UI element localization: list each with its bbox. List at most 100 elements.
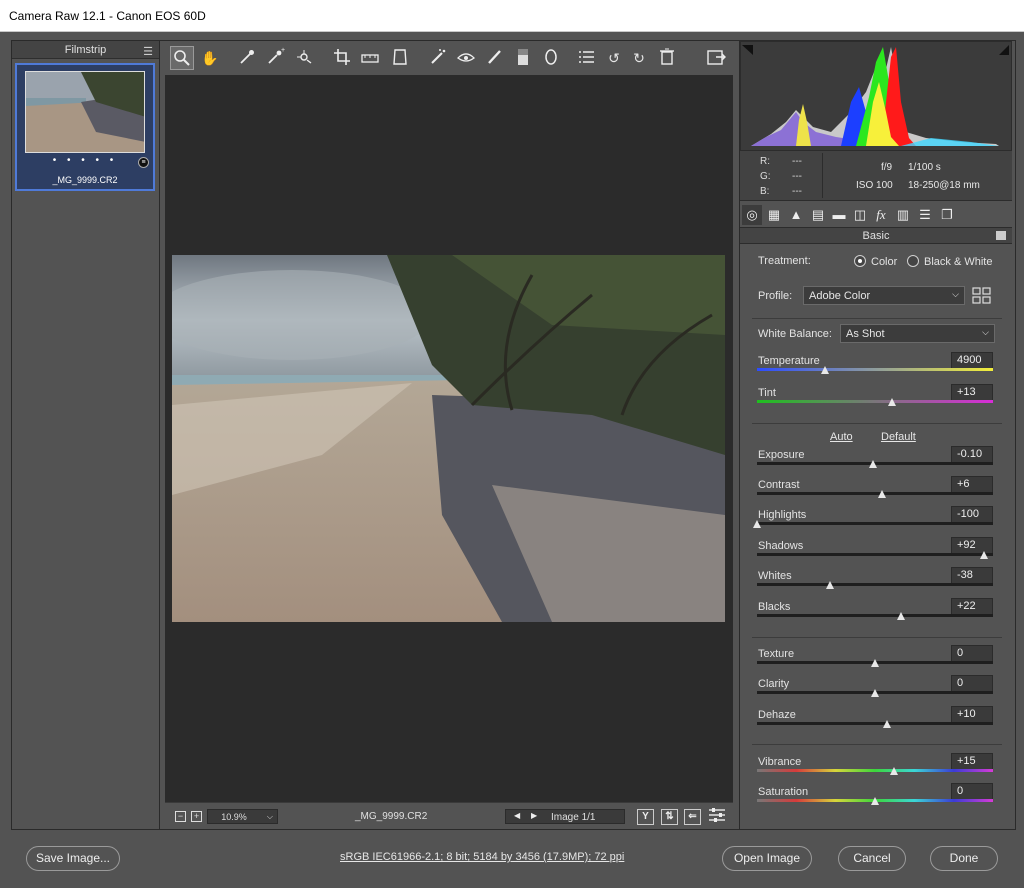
saturation-value-field[interactable]: 0 — [951, 783, 993, 800]
zoom-level-select[interactable]: 10.9% ⌵ — [207, 809, 278, 824]
vibrance-value-field[interactable]: +15 — [951, 753, 993, 770]
temperature-value-field[interactable]: 4900 — [951, 352, 993, 369]
whites-slider-thumb[interactable] — [826, 581, 834, 589]
open-image-button[interactable]: Open Image — [722, 846, 812, 871]
temperature-slider-thumb[interactable] — [821, 366, 829, 374]
tint-value-field[interactable]: +13 — [951, 384, 993, 401]
tab-basic-icon[interactable]: ◎ — [742, 205, 762, 225]
graduated-filter-icon[interactable] — [511, 46, 535, 70]
rating-dots[interactable]: • • • • • — [17, 155, 153, 166]
white-balance-select[interactable]: As Shot ⌵ — [840, 324, 995, 343]
dehaze-slider-thumb[interactable] — [883, 720, 891, 728]
whites-label: Whites — [758, 570, 792, 582]
filmstrip-menu-icon[interactable]: ☰ — [143, 43, 153, 61]
cancel-button[interactable]: Cancel — [838, 846, 906, 871]
white-balance-tool-icon[interactable] — [235, 46, 259, 70]
tab-hsl-icon[interactable]: ▤ — [808, 205, 828, 225]
tab-effects-icon[interactable]: fx — [871, 205, 891, 225]
whites-slider-track[interactable] — [757, 583, 993, 586]
auto-button[interactable]: Auto — [830, 431, 853, 443]
image-canvas[interactable] — [152, 75, 733, 802]
profile-browser-icon[interactable] — [972, 287, 992, 308]
whites-value-field[interactable]: -38 — [951, 567, 993, 584]
default-button[interactable]: Default — [881, 431, 916, 443]
thumbnail-image[interactable] — [25, 71, 145, 153]
spot-removal-tool-icon[interactable] — [426, 46, 450, 70]
vibrance-slider-track[interactable] — [757, 769, 993, 772]
swap-settings-icon[interactable]: ⇅ — [661, 809, 678, 825]
targeted-adjustment-tool-icon[interactable] — [293, 46, 317, 70]
exposure-slider-thumb[interactable] — [869, 460, 877, 468]
highlights-slider-thumb[interactable] — [753, 520, 761, 528]
texture-slider-thumb[interactable] — [871, 659, 879, 667]
highlights-label: Highlights — [758, 509, 807, 521]
straighten-tool-icon[interactable] — [358, 46, 382, 70]
temperature-slider-track[interactable] — [757, 368, 993, 371]
before-after-view-icon[interactable]: Y — [637, 809, 654, 825]
toolbar: ✋ + ↺ ↻ — [165, 41, 733, 75]
tint-slider-thumb[interactable] — [888, 398, 896, 406]
workflow-options-link[interactable]: sRGB IEC61966-2.1; 8 bit; 5184 by 3456 (… — [340, 851, 624, 863]
highlights-slider-track[interactable] — [757, 522, 993, 525]
zoom-tool-icon[interactable] — [170, 46, 194, 70]
open-preferences-icon[interactable] — [704, 46, 728, 70]
contrast-slider-thumb[interactable] — [878, 490, 886, 498]
red-eye-tool-icon[interactable] — [454, 46, 478, 70]
color-sampler-tool-icon[interactable]: + — [263, 46, 287, 70]
hand-tool-icon[interactable]: ✋ — [198, 46, 222, 70]
settings-badge-icon: ≡ — [138, 157, 149, 168]
texture-value-field[interactable]: 0 — [951, 645, 993, 662]
section-menu-icon[interactable] — [996, 231, 1006, 240]
done-button[interactable]: Done — [930, 846, 998, 871]
toggle-settings-icon[interactable] — [705, 804, 729, 828]
shadows-slider-track[interactable] — [757, 553, 993, 556]
zoom-in-button[interactable]: + — [191, 811, 202, 822]
blacks-slider-track[interactable] — [757, 614, 993, 617]
adjustment-brush-icon[interactable] — [482, 46, 506, 70]
profile-select[interactable]: Adobe Color ⌵ — [803, 286, 965, 305]
rotate-right-icon[interactable]: ↻ — [627, 46, 651, 70]
dehaze-slider-track[interactable] — [757, 722, 993, 725]
white-balance-label: White Balance: — [758, 328, 832, 340]
vibrance-slider-thumb[interactable] — [890, 767, 898, 775]
contrast-slider-track[interactable] — [757, 492, 993, 495]
aperture-value: f/9 — [881, 162, 893, 173]
zoom-out-button[interactable]: − — [175, 811, 186, 822]
highlight-clipping-icon — [999, 45, 1009, 55]
tab-snapshots-icon[interactable]: ❐ — [937, 205, 957, 225]
transform-tool-icon[interactable] — [388, 46, 412, 70]
tab-tone-curve-icon[interactable]: ▦ — [764, 205, 784, 225]
exposure-value-field[interactable]: -0.10 — [951, 446, 993, 463]
preview-status-bar: − + 10.9% ⌵ _MG_9999.CR2 ◀ ▶ Image 1/1 Y … — [165, 802, 733, 828]
preview-image[interactable] — [152, 255, 725, 622]
tab-lens-corrections-icon[interactable]: ◫ — [850, 205, 870, 225]
next-image-icon[interactable]: ▶ — [531, 811, 537, 820]
copy-settings-icon[interactable]: ⇐ — [684, 809, 701, 825]
tab-split-toning-icon[interactable]: ▬ — [829, 205, 849, 225]
radial-filter-icon[interactable] — [539, 46, 563, 70]
rotate-left-icon[interactable]: ↺ — [602, 46, 626, 70]
tint-slider-track[interactable] — [757, 400, 993, 403]
shadow-clipping-icon — [742, 45, 753, 55]
highlights-value-field[interactable]: -100 — [951, 506, 993, 523]
clarity-slider-thumb[interactable] — [871, 689, 879, 697]
save-image-button[interactable]: Save Image... — [26, 846, 120, 871]
clarity-value-field[interactable]: 0 — [951, 675, 993, 692]
treatment-color-radio[interactable] — [854, 255, 866, 267]
tab-detail-icon[interactable]: ▲ — [786, 205, 806, 225]
crop-tool-icon[interactable] — [330, 46, 354, 70]
blacks-slider-thumb[interactable] — [897, 612, 905, 620]
filmstrip-thumbnail[interactable]: • • • • • ≡ _MG_9999.CR2 — [15, 63, 155, 191]
tab-calibration-icon[interactable]: ▥ — [893, 205, 913, 225]
presets-list-icon[interactable] — [575, 46, 599, 70]
shadows-slider-thumb[interactable] — [980, 551, 988, 559]
treatment-bw-radio[interactable] — [907, 255, 919, 267]
dehaze-value-field[interactable]: +10 — [951, 706, 993, 723]
g-value: --- — [792, 171, 802, 182]
blacks-value-field[interactable]: +22 — [951, 598, 993, 615]
saturation-slider-thumb[interactable] — [871, 797, 879, 805]
tab-presets-icon[interactable]: ☰ — [915, 205, 935, 225]
contrast-value-field[interactable]: +6 — [951, 476, 993, 493]
previous-image-icon[interactable]: ◀ — [514, 811, 520, 820]
delete-icon[interactable] — [655, 46, 679, 70]
